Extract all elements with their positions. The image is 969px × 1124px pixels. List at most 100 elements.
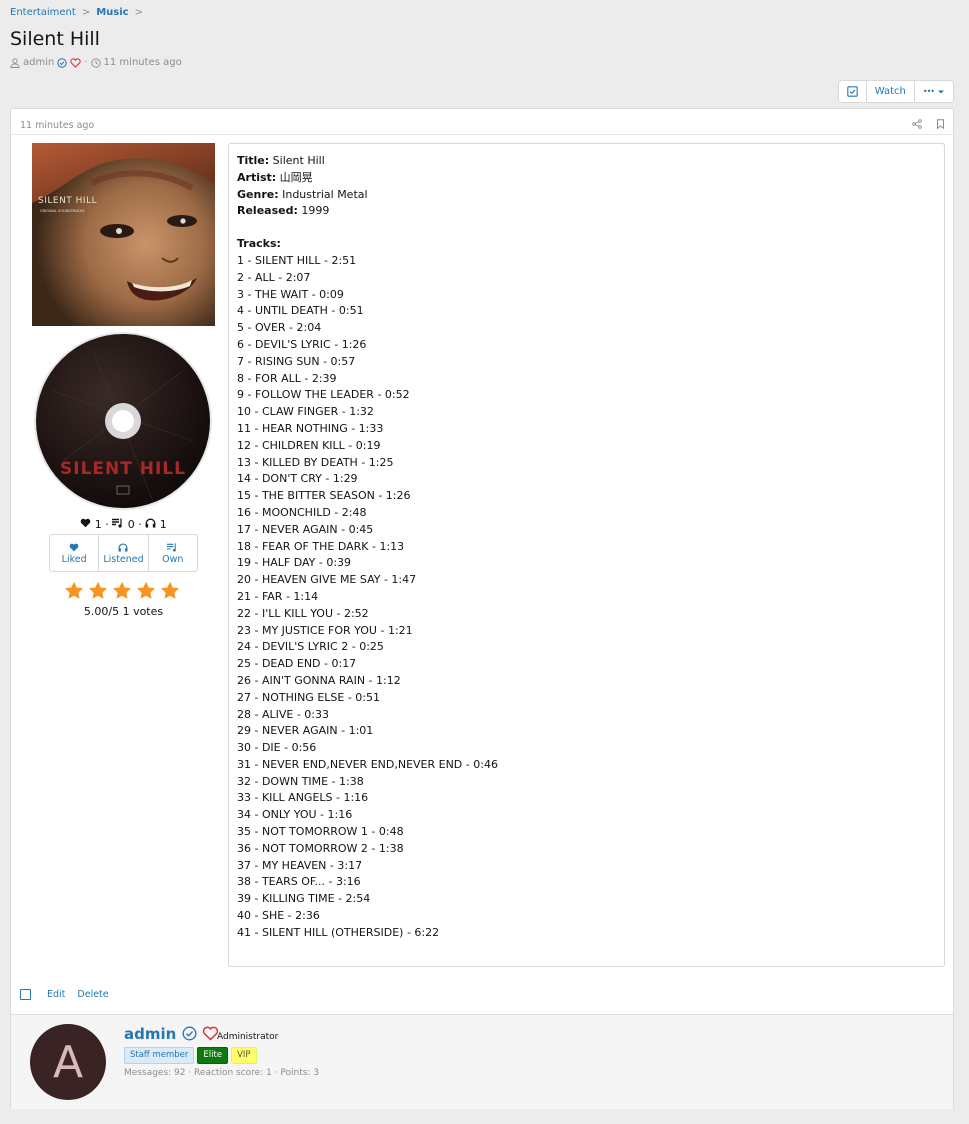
own-button[interactable]: Own — [149, 535, 197, 571]
track-item: 1 - SILENT HILL - 2:51 — [237, 253, 357, 267]
info-artist-row: Artist: 山岡晃 — [237, 170, 498, 187]
track-item: 17 - NEVER AGAIN - 0:45 — [237, 522, 374, 536]
author-stats: Messages: 92 · Reaction score: 1 · Point… — [124, 1068, 320, 1078]
author-name: admin — [124, 1025, 219, 1043]
track-item: 22 - I'LL KILL YOU - 2:52 — [237, 606, 369, 620]
track-item: 30 - DIE - 0:56 — [237, 741, 317, 755]
album-stats: 1 · 0 · 1 — [31, 518, 216, 531]
track-item: 41 - SILENT HILL (OTHERSIDE) - 6:22 — [237, 925, 440, 939]
track-item: 28 - ALIVE - 0:33 — [237, 707, 329, 721]
star-icon[interactable] — [64, 581, 84, 600]
track-item: 39 - KILLING TIME - 2:54 — [237, 892, 371, 906]
track-item: 36 - NOT TOMORROW 2 - 1:38 — [237, 841, 404, 855]
track-item: 11 - HEAR NOTHING - 1:33 — [237, 421, 384, 435]
star-icon[interactable] — [160, 581, 180, 600]
liked-label: Liked — [61, 554, 87, 565]
more-menu-button[interactable]: ••• — [915, 81, 953, 102]
select-checkbox[interactable] — [20, 989, 31, 1000]
track-item: 33 - KILL ANGELS - 1:16 — [237, 791, 369, 805]
album-cover[interactable]: SILENT HILL ORIGINAL SOUNDTRACKS — [32, 143, 215, 326]
author-title: Administrator — [217, 1032, 279, 1042]
liked-button[interactable]: Liked — [50, 535, 100, 571]
track-item: 37 - MY HEAVEN - 3:17 — [237, 858, 363, 872]
album-actions: Liked Listened Own — [49, 534, 198, 572]
post: 11 minutes ago SILENT HILL ORIGINAL SOUN… — [10, 108, 954, 1109]
track-item: 32 - DOWN TIME - 1:38 — [237, 774, 364, 788]
breadcrumb: Entertaiment > Music > — [10, 7, 143, 18]
info-released-value: 1999 — [301, 204, 330, 218]
user-banners: Staff member Elite VIP — [124, 1047, 257, 1064]
track-item: 2 - ALL - 2:07 — [237, 270, 311, 284]
track-item: 5 - OVER - 2:04 — [237, 321, 322, 335]
album-cover-art: SILENT HILL ORIGINAL SOUNDTRACKS — [32, 143, 215, 326]
breadcrumb-item-music[interactable]: Music — [96, 7, 128, 18]
post-time[interactable]: 11 minutes ago — [20, 120, 94, 131]
edit-link[interactable]: Edit — [47, 989, 65, 1000]
star-icon[interactable] — [88, 581, 108, 600]
album-disc[interactable]: SILENT HILL — [33, 331, 213, 511]
watch-button[interactable]: Watch — [867, 81, 915, 102]
album-info-box: Title: Silent Hill Artist: 山岡晃 Genre: In… — [228, 143, 945, 967]
bookmark-icon[interactable] — [936, 119, 945, 129]
clock-icon — [90, 57, 101, 68]
track-item: 31 - NEVER END,NEVER END,NEVER END - 0:4… — [237, 757, 498, 771]
track-item: 19 - HALF DAY - 0:39 — [237, 556, 352, 570]
page-title: Silent Hill — [10, 28, 100, 50]
info-artist-label: Artist: — [237, 170, 277, 184]
track-item: 29 - NEVER AGAIN - 1:01 — [237, 724, 374, 738]
more-dots: ••• — [922, 87, 935, 96]
heart-filled-icon — [80, 518, 91, 528]
heart-icon — [69, 543, 79, 552]
track-item: 15 - THE BITTER SEASON - 1:26 — [237, 489, 411, 503]
author-name-link[interactable]: admin — [124, 1025, 176, 1043]
thread-time[interactable]: 11 minutes ago — [104, 57, 182, 68]
track-item: 18 - FEAR OF THE DARK - 1:13 — [237, 539, 405, 553]
playlist-icon — [112, 518, 122, 528]
breadcrumb-separator: > — [134, 7, 143, 18]
track-list: 1 - SILENT HILL - 2:51 2 - ALL - 2:07 3 - … — [237, 253, 498, 942]
star-icon[interactable] — [112, 581, 132, 600]
post-header-icons — [912, 119, 945, 129]
track-item: 3 - THE WAIT - 0:09 — [237, 287, 344, 301]
avatar[interactable]: A — [30, 1024, 106, 1100]
disc-art: SILENT HILL — [34, 332, 212, 510]
track-item: 8 - FOR ALL - 2:39 — [237, 371, 337, 385]
post-header: 11 minutes ago — [11, 109, 953, 135]
author-block: A admin Administrator Staff member Elite… — [11, 1014, 953, 1109]
checkbox-icon — [846, 86, 858, 97]
delete-link[interactable]: Delete — [77, 989, 108, 1000]
track-item: 21 - FAR - 1:14 — [237, 589, 319, 603]
track-item: 9 - FOLLOW THE LEADER - 0:52 — [237, 388, 410, 402]
track-item: 40 - SHE - 2:36 — [237, 909, 320, 923]
info-genre-label: Genre: — [237, 187, 279, 201]
listened-button[interactable]: Listened — [99, 535, 149, 571]
info-released-label: Released: — [237, 204, 298, 218]
share-icon[interactable] — [912, 119, 922, 129]
breadcrumb-item-entertainment[interactable]: Entertaiment — [10, 7, 76, 18]
mark-read-button[interactable] — [839, 81, 867, 102]
track-item: 14 - DON'T CRY - 1:29 — [237, 472, 358, 486]
track-item: 13 - KILLED BY DEATH - 1:25 — [237, 455, 394, 469]
verified-icon — [182, 1026, 197, 1041]
info-released-row: Released: 1999 — [237, 203, 498, 220]
album-cover-subtitle: ORIGINAL SOUNDTRACKS — [40, 209, 85, 213]
track-item: 26 - AIN'T GONNA RAIN - 1:12 — [237, 673, 401, 687]
user-icon — [10, 57, 20, 68]
star-icon[interactable] — [136, 581, 156, 600]
track-item: 10 - CLAW FINGER - 1:32 — [237, 405, 374, 419]
playlist-icon — [167, 543, 177, 552]
rating-text: 5.00/5 1 votes — [83, 605, 164, 618]
info-title-value: Silent Hill — [272, 154, 325, 167]
track-item: 25 - DEAD END - 0:17 — [237, 657, 357, 671]
track-item: 35 - NOT TOMORROW 1 - 0:48 — [237, 825, 404, 839]
album-info: Title: Silent Hill Artist: 山岡晃 Genre: In… — [237, 153, 498, 942]
heart-icon — [70, 57, 82, 68]
thread-author[interactable]: admin — [23, 57, 54, 68]
track-item: 20 - HEAVEN GIVE ME SAY - 1:47 — [237, 573, 417, 587]
likes-count: 1 — [94, 518, 102, 531]
chevron-down-icon — [938, 90, 944, 93]
track-item: 12 - CHILDREN KILL - 0:19 — [237, 438, 381, 452]
info-artist-value: 山岡晃 — [279, 170, 313, 184]
track-item: 6 - DEVIL'S LYRIC - 1:26 — [237, 337, 367, 351]
track-item: 27 - NOTHING ELSE - 0:51 — [237, 690, 381, 704]
